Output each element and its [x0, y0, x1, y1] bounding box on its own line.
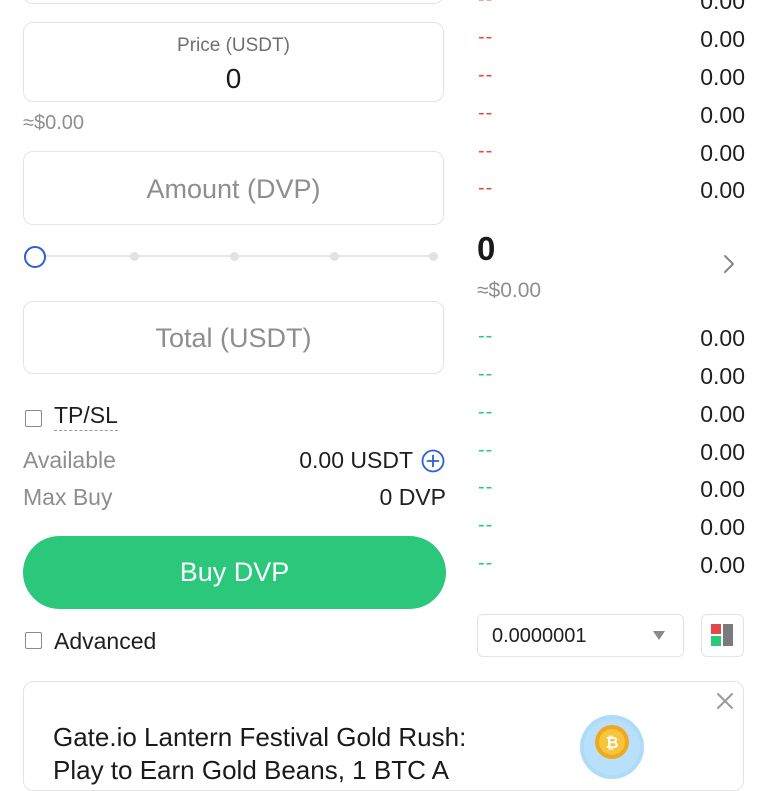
bid-amount: 0.00: [700, 476, 745, 502]
close-icon[interactable]: [714, 690, 736, 712]
ask-price: --: [478, 26, 494, 48]
bid-row[interactable]: -- 0.00: [0, 476, 768, 514]
ask-amount: 0.00: [700, 177, 745, 203]
svg-text:₿: ₿: [605, 733, 618, 752]
promo-title-line2: Play to Earn Gold Beans, 1 BTC A: [53, 755, 449, 785]
promo-title-line1: Gate.io Lantern Festival Gold Rush:: [53, 722, 467, 752]
bid-amount: 0.00: [700, 439, 745, 465]
bid-price: --: [478, 325, 494, 347]
ask-price: --: [478, 140, 494, 162]
bid-price: --: [478, 552, 494, 574]
slider-tick-75[interactable]: [330, 252, 339, 261]
ask-price: --: [478, 64, 494, 86]
ask-price: --: [478, 0, 493, 11]
caret-down-icon: [653, 631, 665, 640]
bid-price: --: [478, 476, 494, 498]
last-price-usd: ≈$0.00: [477, 279, 542, 302]
bid-price: --: [478, 514, 494, 536]
ask-amount: 0.00: [700, 64, 745, 90]
ask-row[interactable]: -- 0.00: [0, 64, 768, 102]
bid-row[interactable]: -- 0.00: [0, 552, 768, 590]
bid-row[interactable]: -- 0.00: [0, 514, 768, 552]
bitcoin-coin-icon: ₿: [577, 712, 647, 782]
promo-banner[interactable]: Gate.io Lantern Festival Gold Rush: Play…: [23, 681, 744, 791]
chevron-right-icon[interactable]: [720, 253, 738, 275]
bid-amount: 0.00: [700, 363, 745, 389]
bid-price: --: [478, 363, 494, 385]
ask-row[interactable]: -- 0.00: [0, 140, 768, 178]
ask-amount: 0.00: [700, 140, 745, 166]
bid-price: --: [478, 401, 494, 423]
bid-row[interactable]: -- 0.00: [0, 439, 768, 477]
bid-amount: 0.00: [700, 552, 745, 578]
orderbook-layout-icon[interactable]: [701, 614, 744, 657]
precision-value: 0.0000001: [492, 625, 587, 647]
ask-row[interactable]: -- 0.00: [0, 102, 768, 140]
ask-amount: 0.00: [700, 102, 745, 128]
ask-row[interactable]: -- 0.00: [0, 0, 768, 26]
slider-tick-100[interactable]: [429, 252, 438, 261]
ask-row[interactable]: -- 0.00: [0, 26, 768, 64]
bid-amount: 0.00: [700, 325, 745, 351]
advanced-checkbox[interactable]: [25, 632, 42, 649]
last-price: 0: [477, 230, 496, 267]
ask-amount: 0.00: [700, 26, 745, 52]
slider-tick-50[interactable]: [230, 252, 239, 261]
bid-amount: 0.00: [700, 514, 745, 540]
ask-price: --: [478, 102, 494, 124]
bid-row[interactable]: -- 0.00: [0, 401, 768, 439]
ask-price: --: [478, 177, 494, 199]
bid-amount: 0.00: [700, 401, 745, 427]
advanced-label[interactable]: Advanced: [54, 628, 156, 655]
slider-handle[interactable]: [24, 246, 46, 268]
bid-price: --: [478, 439, 494, 461]
ask-row[interactable]: -- 0.00: [0, 177, 768, 215]
precision-dropdown[interactable]: 0.0000001: [477, 614, 684, 657]
slider-tick-25[interactable]: [130, 252, 139, 261]
bid-row[interactable]: -- 0.00: [0, 325, 768, 363]
ask-amount: 0.00: [700, 0, 745, 14]
bid-row[interactable]: -- 0.00: [0, 363, 768, 401]
